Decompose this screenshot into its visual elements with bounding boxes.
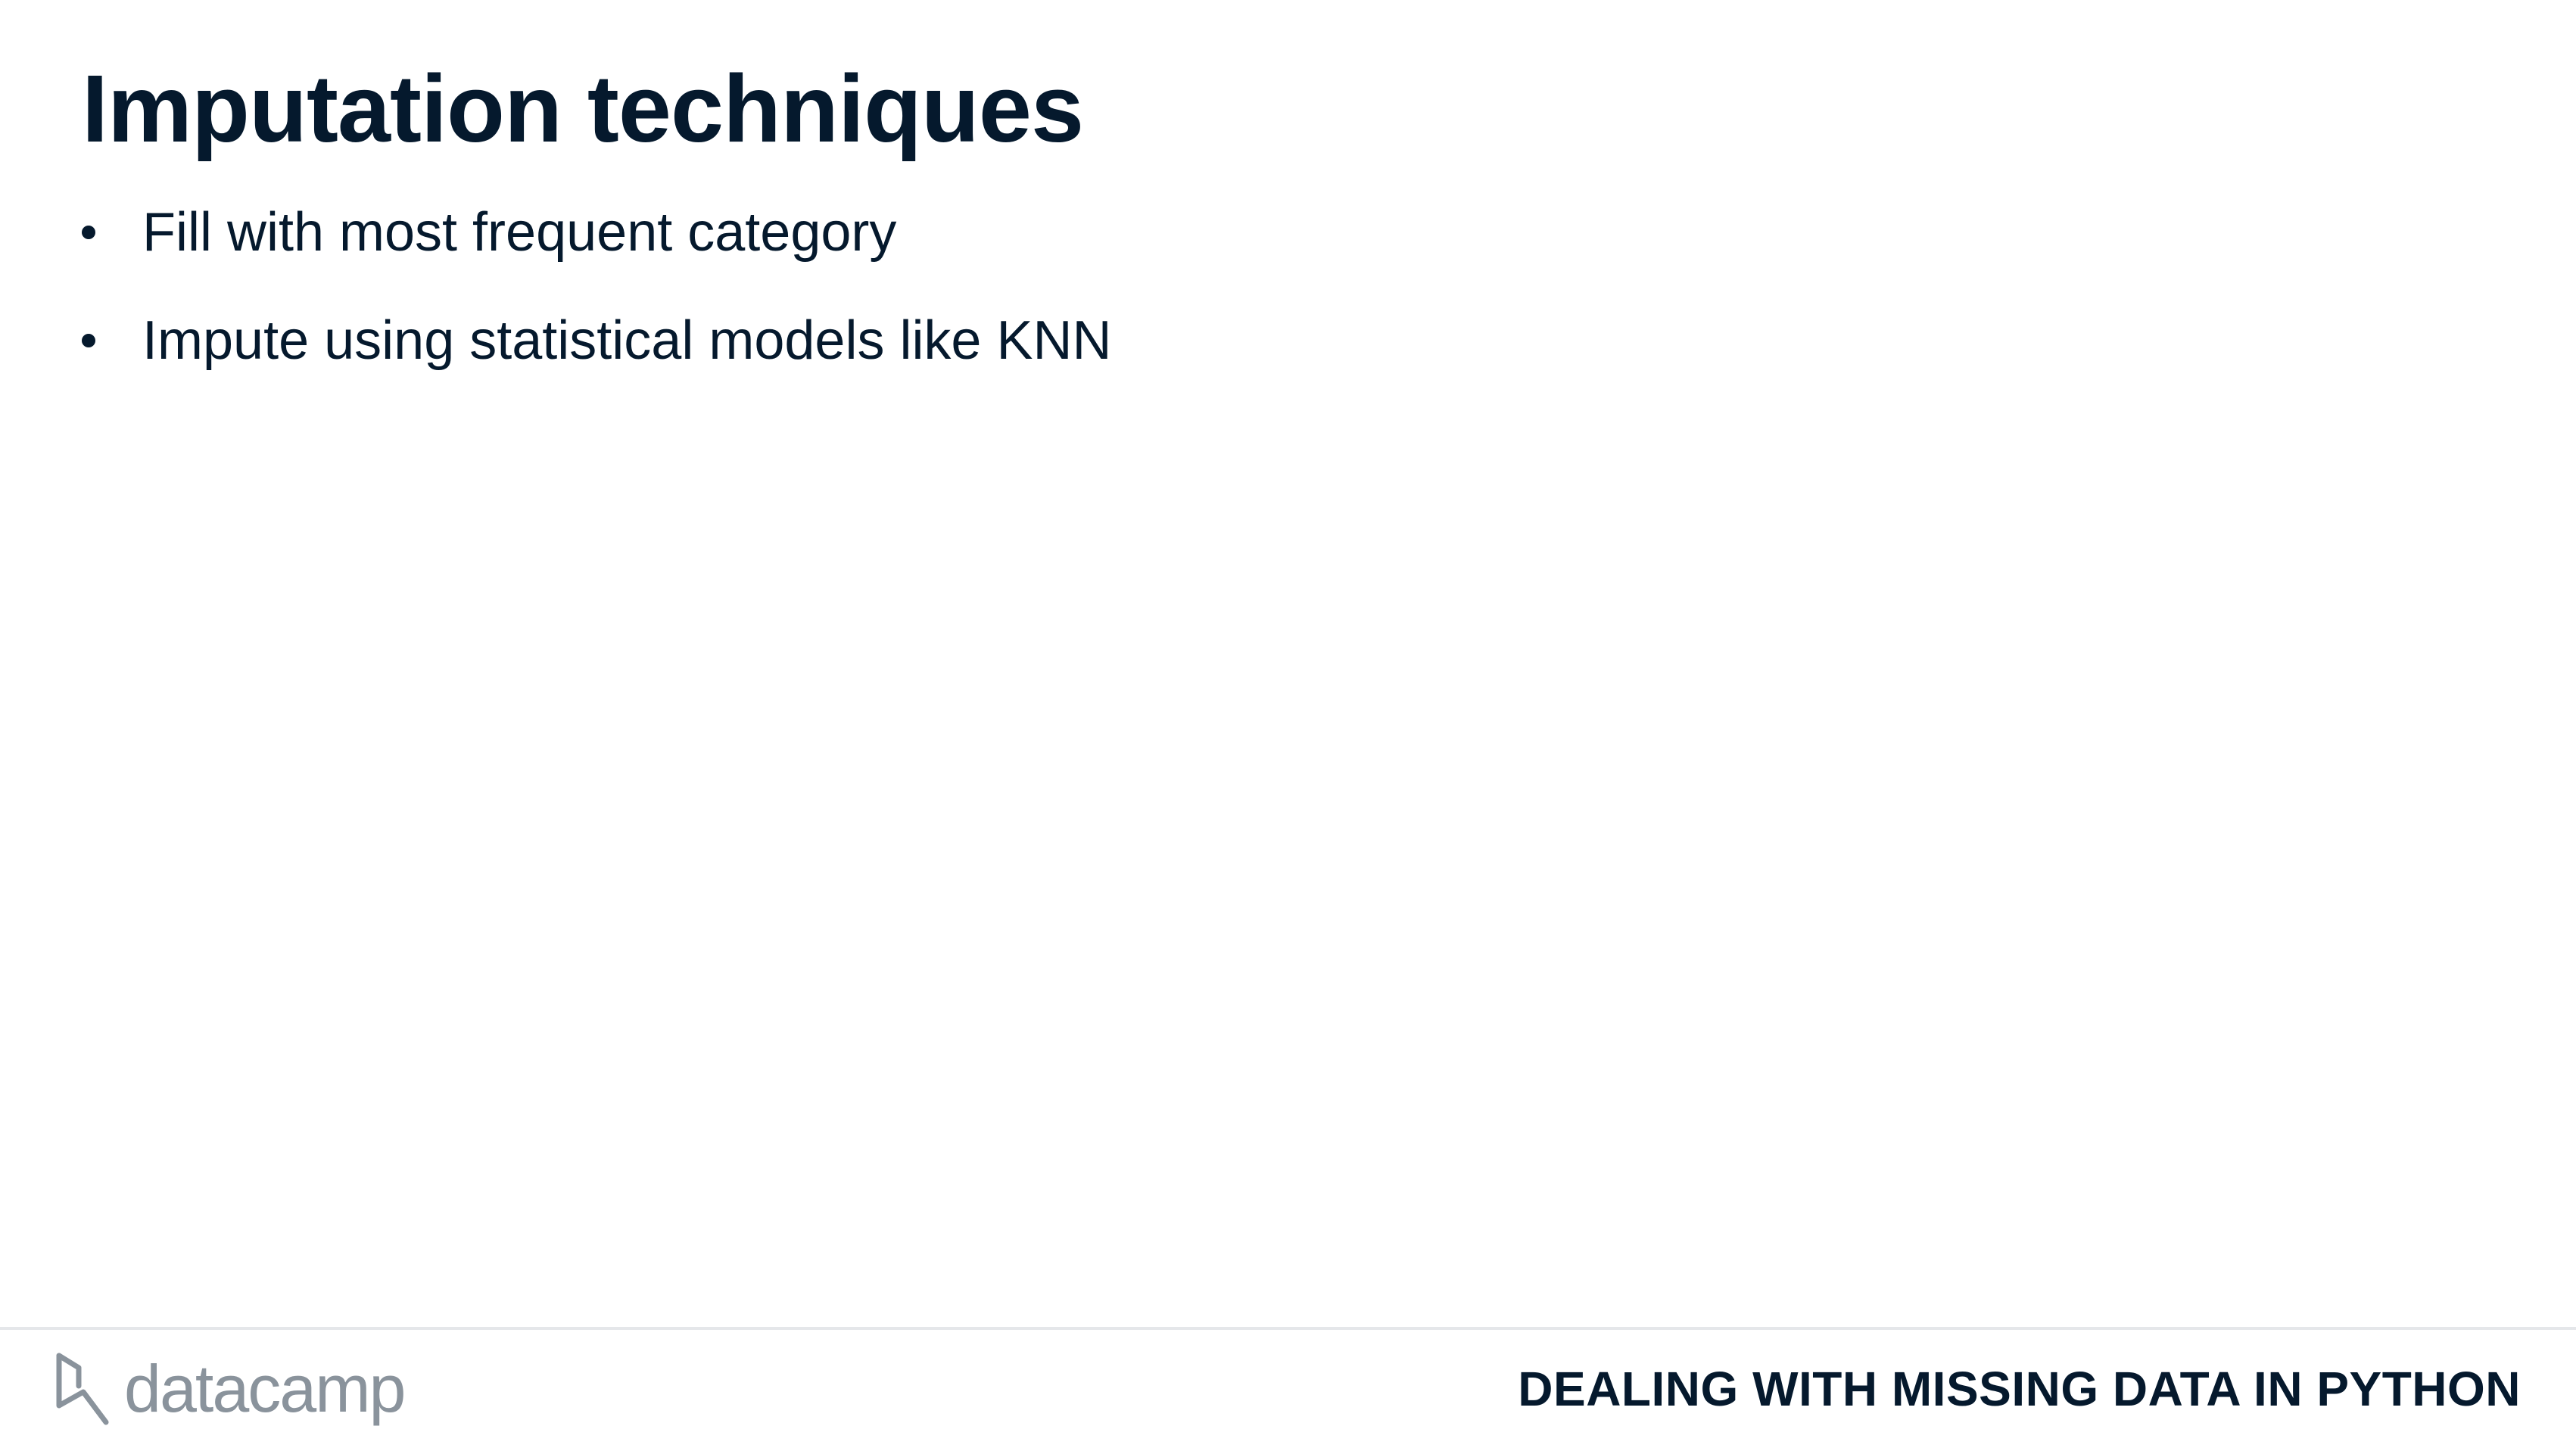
- slide: Imputation techniques Fill with most fre…: [0, 0, 2576, 1451]
- bullet-list: Fill with most frequent category Impute …: [82, 191, 1112, 407]
- bullet-item: Fill with most frequent category: [82, 191, 1112, 274]
- bullet-text: Fill with most frequent category: [142, 202, 897, 263]
- footer-divider: [0, 1327, 2576, 1330]
- logo-wordmark: datacamp: [124, 1351, 406, 1426]
- slide-title: Imputation techniques: [82, 55, 1084, 162]
- bullet-dot-icon: [82, 334, 95, 347]
- bullet-dot-icon: [82, 226, 95, 239]
- datacamp-logo: datacamp: [53, 1351, 406, 1427]
- bullet-item: Impute using statistical models like KNN: [82, 299, 1112, 382]
- course-title: DEALING WITH MISSING DATA IN PYTHON: [1518, 1362, 2521, 1416]
- datacamp-logo-icon: [56, 1353, 109, 1425]
- bullet-text: Impute using statistical models like KNN: [142, 310, 1112, 371]
